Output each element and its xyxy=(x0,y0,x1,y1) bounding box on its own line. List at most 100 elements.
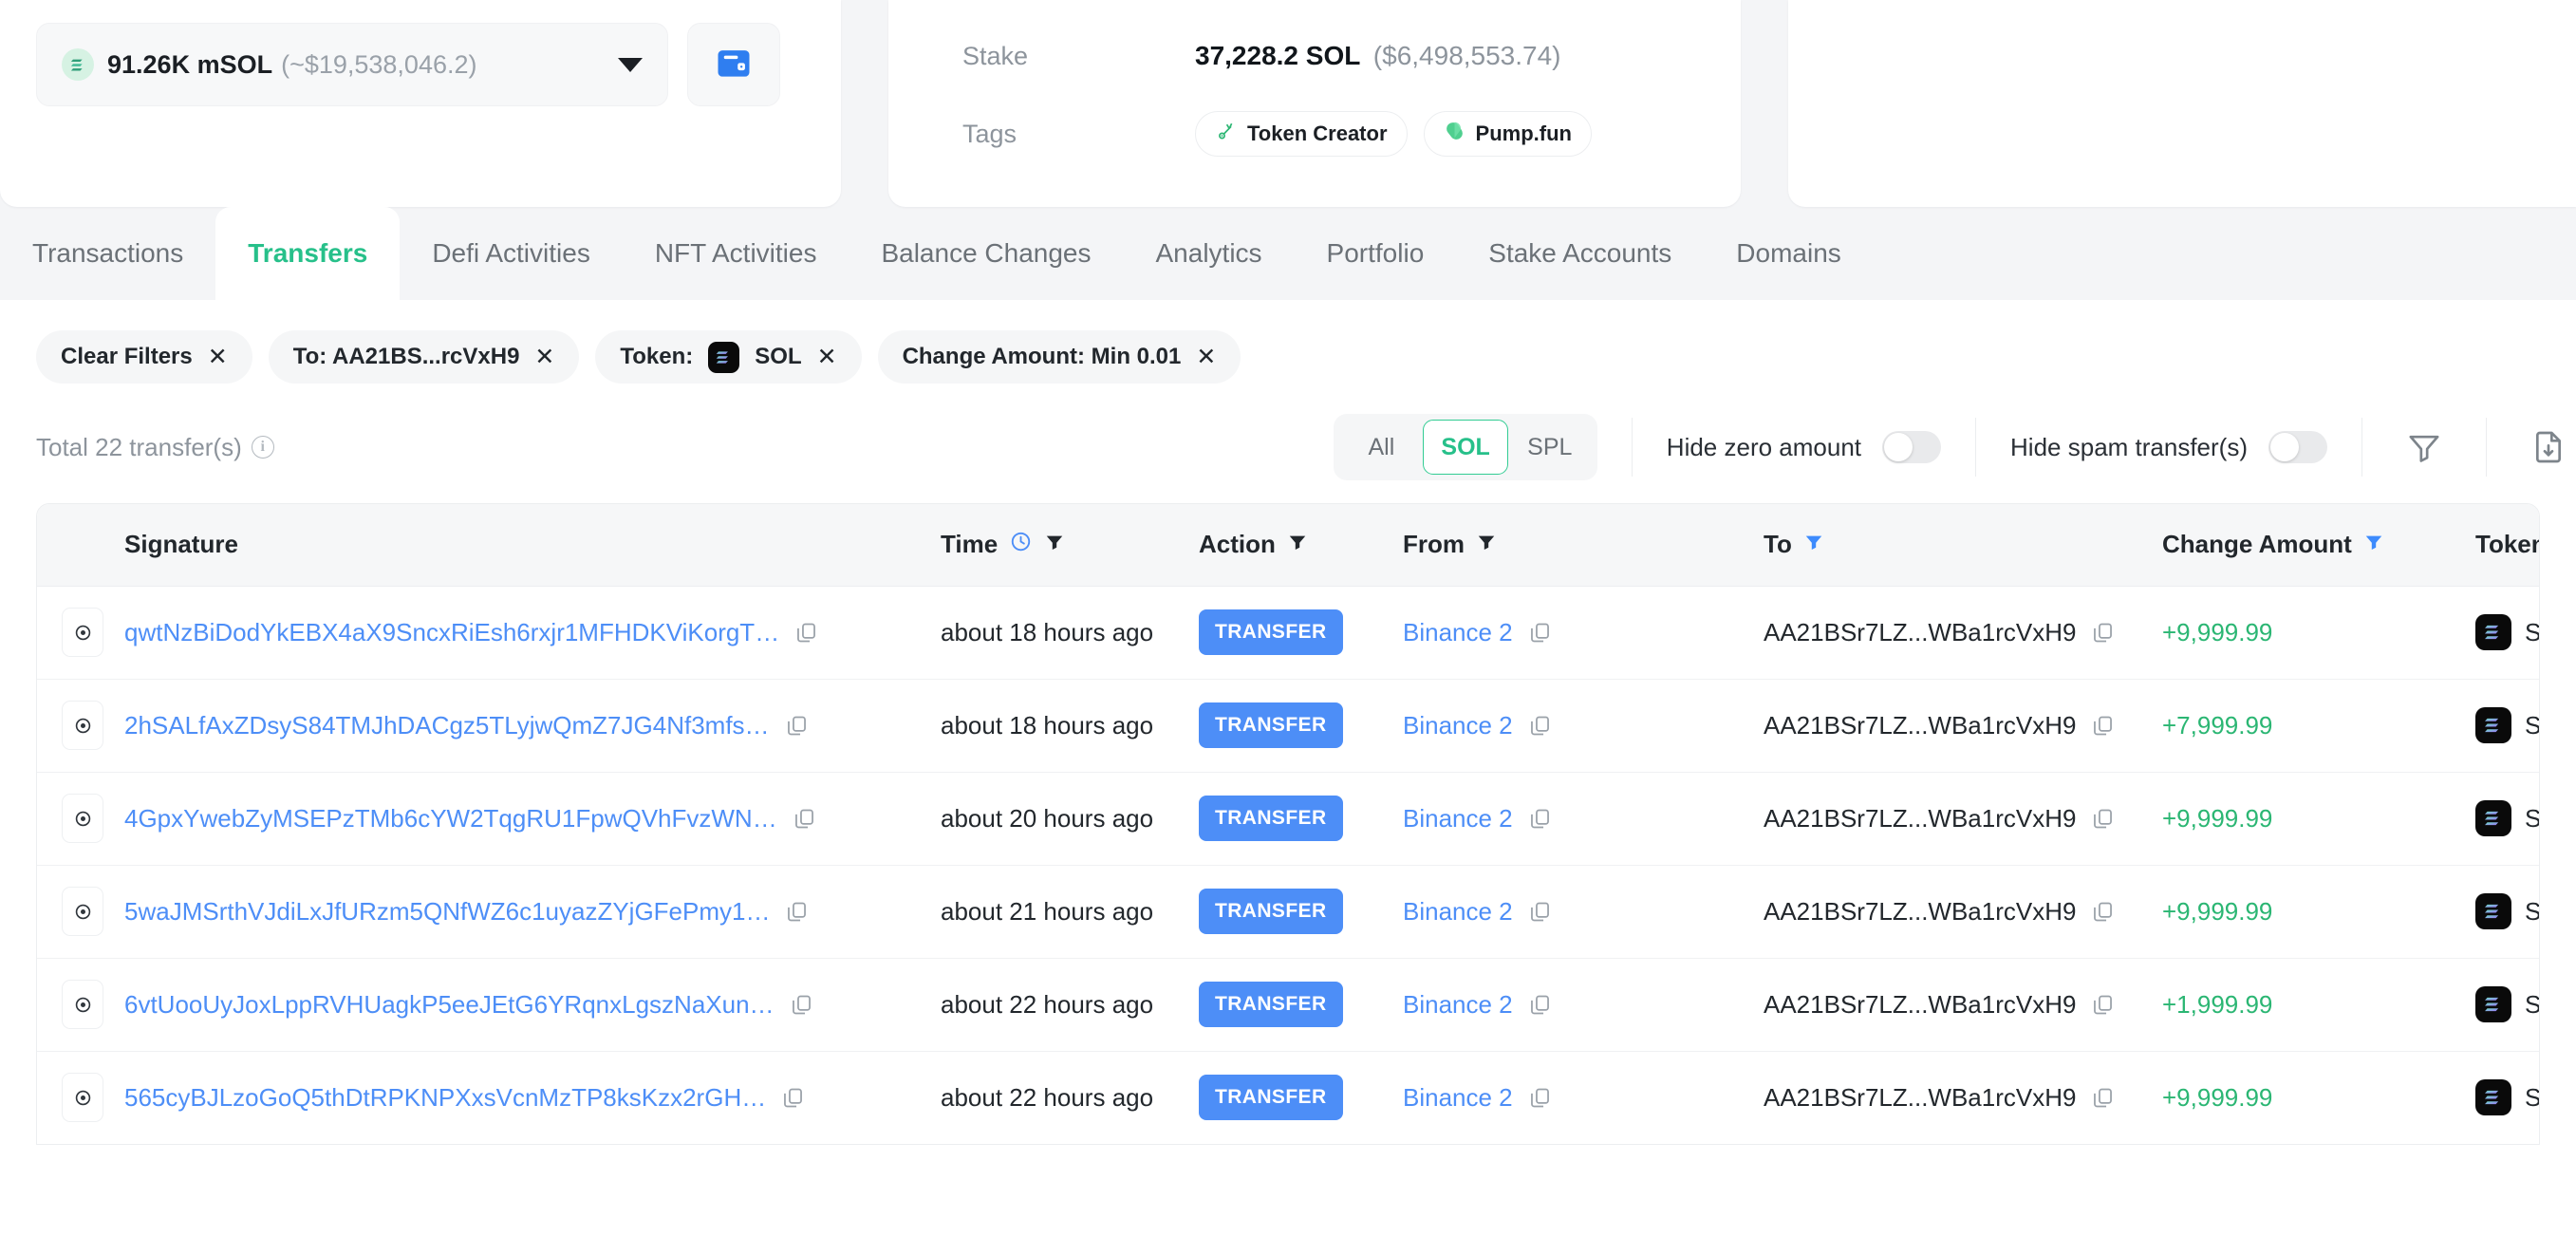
action-badge[interactable]: TRANSFER xyxy=(1199,702,1343,748)
copy-icon[interactable] xyxy=(1528,1086,1552,1110)
close-icon[interactable]: ✕ xyxy=(534,345,554,369)
copy-icon[interactable] xyxy=(2091,714,2115,738)
cell-amount: +7,999.99 xyxy=(2162,678,2475,772)
action-badge[interactable]: TRANSFER xyxy=(1199,1075,1343,1121)
preview-icon[interactable] xyxy=(62,608,103,657)
preview-icon[interactable] xyxy=(62,701,103,750)
filter-icon-active[interactable] xyxy=(2363,530,2384,559)
tab-defi-activities[interactable]: Defi Activities xyxy=(400,207,623,300)
copy-icon[interactable] xyxy=(1528,714,1552,738)
signature-link[interactable]: qwtNzBiDodYkEBX4aX9SncxRiEsh6rxjr1MFHDKV… xyxy=(124,618,779,647)
copy-icon[interactable] xyxy=(1528,621,1552,645)
preview-icon[interactable] xyxy=(62,794,103,843)
hide-spam-transfers-toggle[interactable] xyxy=(2268,431,2327,463)
copy-icon[interactable] xyxy=(2091,807,2115,831)
cell-amount: +9,999.99 xyxy=(2162,771,2475,865)
file-download-icon[interactable] xyxy=(2521,428,2576,466)
page-scrollbar[interactable] xyxy=(2570,0,2576,1236)
cell-eye xyxy=(37,957,124,1051)
stake-tags-card: Stake 37,228.2 SOL ($6,498,553.74) Tags xyxy=(888,0,1741,207)
from-link[interactable]: Binance 2 xyxy=(1403,990,1513,1020)
segment-all[interactable]: All xyxy=(1339,420,1423,475)
close-icon[interactable]: ✕ xyxy=(208,345,228,369)
info-icon[interactable]: i xyxy=(251,436,274,459)
wallet-button[interactable] xyxy=(687,23,780,106)
signature-link[interactable]: 2hSALfAxZDsyS84TMJhDACgz5TLyjwQmZ7JG4Nf3… xyxy=(124,711,770,740)
copy-icon[interactable] xyxy=(785,900,809,924)
filter-icon[interactable] xyxy=(1476,530,1497,559)
copy-icon[interactable] xyxy=(1528,807,1552,831)
token-symbol: SOL xyxy=(2525,617,2540,646)
filter-icon[interactable] xyxy=(1287,530,1308,559)
filter-icon[interactable] xyxy=(1044,530,1065,559)
tab-portfolio[interactable]: Portfolio xyxy=(1295,207,1457,300)
tab-domains[interactable]: Domains xyxy=(1704,207,1873,300)
signature-link[interactable]: 6vtUooUyJoxLppRVHUagkP5eeJEtG6YRqnxLgszN… xyxy=(124,990,775,1020)
table-row: 2hSALfAxZDsyS84TMJhDACgz5TLyjwQmZ7JG4Nf3… xyxy=(37,678,2539,772)
signature-link[interactable]: 5waJMSrthVJdiLxJfURzm5QNfWZ6c1uyazZYjGFe… xyxy=(124,897,770,927)
from-link[interactable]: Binance 2 xyxy=(1403,711,1513,740)
tab-transactions[interactable]: Transactions xyxy=(0,207,215,300)
copy-icon[interactable] xyxy=(785,714,809,738)
chip-label: To: AA21BS...rcVxH9 xyxy=(292,344,520,369)
tab-nft-activities[interactable]: NFT Activities xyxy=(623,207,849,300)
tab-transfers[interactable]: Transfers xyxy=(215,207,401,300)
chip-to-address[interactable]: To: AA21BS...rcVxH9 ✕ xyxy=(268,330,580,384)
th-from: From xyxy=(1403,504,1764,586)
chevron-down-icon[interactable] xyxy=(618,57,643,72)
chip-token[interactable]: Token: SOL ✕ xyxy=(595,330,862,384)
cell-to: AA21BSr7LZ...WBa1rcVxH9 xyxy=(1764,957,2162,1051)
segment-spl[interactable]: SPL xyxy=(1508,420,1592,475)
action-badge[interactable]: TRANSFER xyxy=(1199,889,1343,934)
copy-icon[interactable] xyxy=(793,807,816,831)
chip-clear-filters[interactable]: Clear Filters ✕ xyxy=(36,330,252,384)
signature-link[interactable]: 565cyBJLzoGoQ5thDtRPKNPXxsVcnMzTP8ksKzx2… xyxy=(124,1083,766,1113)
close-icon[interactable]: ✕ xyxy=(817,345,837,369)
stake-value: 37,228.2 SOL xyxy=(1195,41,1361,70)
preview-icon[interactable] xyxy=(62,887,103,936)
copy-icon[interactable] xyxy=(1528,993,1552,1017)
preview-icon[interactable] xyxy=(62,980,103,1029)
stake-label: Stake xyxy=(962,41,1029,70)
tab-stake-accounts[interactable]: Stake Accounts xyxy=(1456,207,1704,300)
copy-icon[interactable] xyxy=(794,621,818,645)
copy-icon[interactable] xyxy=(2091,1086,2115,1110)
tag-pumpfun[interactable]: Pump.fun xyxy=(1423,111,1592,157)
change-amount: +7,999.99 xyxy=(2162,710,2273,740)
table-row: 4GpxYwebZyMSEPzTMb6cYW2TqgRU1FpwQVhFvzWN… xyxy=(37,771,2539,865)
to-address: AA21BSr7LZ...WBa1rcVxH9 xyxy=(1764,989,2077,1019)
copy-icon[interactable] xyxy=(781,1086,805,1110)
cell-eye xyxy=(37,864,124,958)
preview-icon[interactable] xyxy=(62,1073,103,1123)
copy-icon[interactable] xyxy=(790,993,813,1017)
tab-balance-changes[interactable]: Balance Changes xyxy=(849,207,1123,300)
hide-zero-amount-toggle[interactable] xyxy=(1882,431,1942,463)
copy-icon[interactable] xyxy=(1528,900,1552,924)
cell-action: TRANSFER xyxy=(1199,585,1403,679)
token-selector[interactable]: 91.26K mSOL (~$19,538,046.2) xyxy=(36,23,668,106)
filter-icon-active[interactable] xyxy=(1803,530,1824,559)
action-badge[interactable]: TRANSFER xyxy=(1199,609,1343,655)
cell-token: SOL xyxy=(2475,585,2540,679)
from-link[interactable]: Binance 2 xyxy=(1403,897,1513,927)
token-creator-icon xyxy=(1215,120,1238,148)
copy-icon[interactable] xyxy=(2091,621,2115,645)
change-amount: +9,999.99 xyxy=(2162,1082,2273,1112)
from-link[interactable]: Binance 2 xyxy=(1403,618,1513,647)
copy-icon[interactable] xyxy=(2091,900,2115,924)
to-address: AA21BSr7LZ...WBa1rcVxH9 xyxy=(1764,803,2077,833)
toolbar-divider xyxy=(1631,418,1633,477)
close-icon[interactable]: ✕ xyxy=(1196,345,1216,369)
from-link[interactable]: Binance 2 xyxy=(1403,1083,1513,1113)
from-link[interactable]: Binance 2 xyxy=(1403,804,1513,833)
funnel-icon[interactable] xyxy=(2397,428,2452,466)
action-badge[interactable]: TRANSFER xyxy=(1199,796,1343,841)
tab-analytics[interactable]: Analytics xyxy=(1124,207,1295,300)
segment-sol[interactable]: SOL xyxy=(1423,420,1508,475)
action-badge[interactable]: TRANSFER xyxy=(1199,982,1343,1027)
chip-change-amount[interactable]: Change Amount: Min 0.01 ✕ xyxy=(877,330,1241,384)
copy-icon[interactable] xyxy=(2091,993,2115,1017)
signature-link[interactable]: 4GpxYwebZyMSEPzTMb6cYW2TqgRU1FpwQVhFvzWN… xyxy=(124,804,777,833)
tag-token-creator[interactable]: Token Creator xyxy=(1195,111,1408,157)
clock-icon[interactable] xyxy=(1009,530,1033,560)
